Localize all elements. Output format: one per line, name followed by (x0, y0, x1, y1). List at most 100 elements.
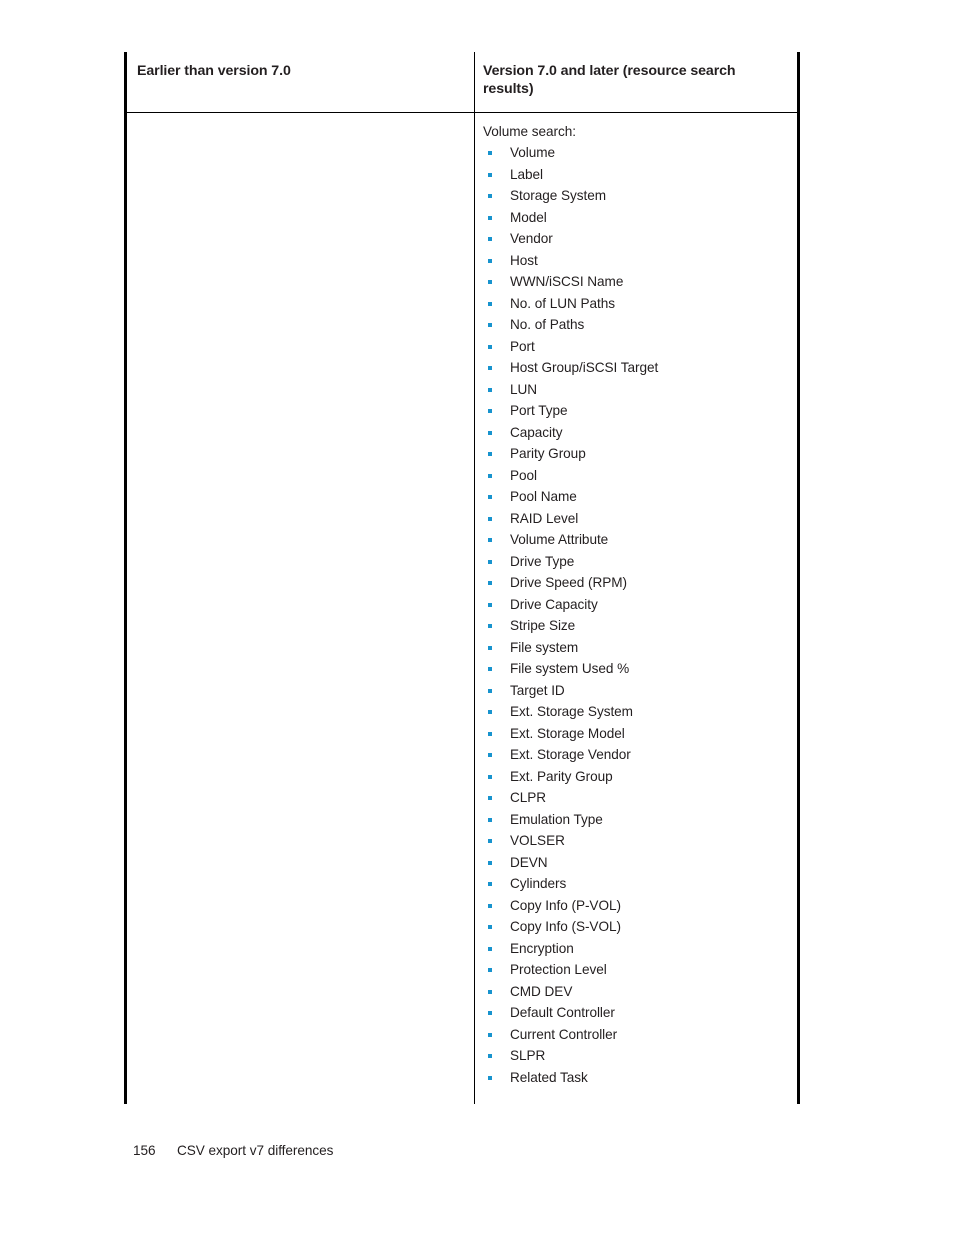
bullet-square-icon (488, 538, 492, 543)
document-page: Earlier than version 7.0 Version 7.0 and… (0, 0, 954, 1235)
bullet-square-icon (488, 989, 492, 994)
bullet-square-icon (488, 430, 492, 435)
volume-search-field-item: Cylinders (483, 873, 789, 895)
volume-search-field-item: Vendor (483, 228, 789, 250)
bullet-square-icon (488, 731, 492, 736)
volume-search-field-label: Capacity (510, 424, 563, 440)
bullet-square-icon (488, 602, 492, 607)
volume-search-field-item: Host Group/iSCSI Target (483, 357, 789, 379)
bullet-square-icon (488, 237, 492, 242)
volume-search-field-item: Capacity (483, 422, 789, 444)
volume-search-field-item: SLPR (483, 1045, 789, 1067)
table-body-row: Volume search: Volume Label Storage System… (127, 113, 797, 1105)
table-cell-earlier-version (127, 113, 474, 1098)
volume-search-field-item: Port Type (483, 400, 789, 422)
volume-search-field-item: Host (483, 250, 789, 272)
volume-search-field-label: No. of LUN Paths (510, 295, 615, 311)
volume-search-field-label: WWN/iSCSI Name (510, 274, 624, 290)
volume-search-field-label: Volume (510, 145, 556, 161)
volume-search-field-item: Encryption (483, 938, 789, 960)
volume-search-field-label: Host (510, 252, 538, 268)
volume-search-field-label: Pool (510, 467, 538, 483)
volume-search-field-item: Drive Speed (RPM) (483, 572, 789, 594)
footer-page-number: 156 (133, 1143, 156, 1158)
volume-search-field-item: Volume (483, 142, 789, 164)
bullet-square-icon (488, 774, 492, 779)
volume-search-field-label: Pool Name (510, 489, 577, 505)
volume-search-field-label: CLPR (510, 790, 547, 806)
table-header-earlier-version: Earlier than version 7.0 (137, 63, 291, 79)
volume-search-field-item: CLPR (483, 787, 789, 809)
volume-search-field-item: Ext. Storage System (483, 701, 789, 723)
bullet-square-icon (488, 581, 492, 586)
bullet-square-icon (488, 968, 492, 973)
bullet-square-icon (488, 667, 492, 672)
volume-search-field-item: Pool Name (483, 486, 789, 508)
volume-search-field-label: Encryption (510, 940, 574, 956)
volume-search-field-label: Protection Level (510, 962, 607, 978)
volume-search-field-label: Parity Group (510, 446, 586, 462)
volume-search-field-label: File system Used % (510, 661, 630, 677)
volume-search-field-label: RAID Level (510, 510, 579, 526)
volume-search-field-label: No. of Paths (510, 317, 585, 333)
bullet-square-icon (488, 925, 492, 930)
volume-search-field-label: Host Group/iSCSI Target (510, 360, 659, 376)
volume-search-field-label: Volume Attribute (510, 532, 609, 548)
volume-search-field-label: Drive Type (510, 553, 575, 569)
bullet-square-icon (488, 624, 492, 629)
bullet-square-icon (488, 645, 492, 650)
bullet-square-icon (488, 1032, 492, 1037)
volume-search-field-item: Emulation Type (483, 809, 789, 831)
bullet-square-icon (488, 258, 492, 263)
volume-search-field-item: Ext. Parity Group (483, 766, 789, 788)
table-cell-version-7-and-later: Volume search: Volume Label Storage System… (474, 113, 797, 1105)
page-footer: 156 CSV export v7 differences (133, 1143, 333, 1158)
bullet-square-icon (488, 688, 492, 693)
volume-search-field-list: Volume Label Storage System Model Vendor Host… (483, 142, 789, 1088)
volume-search-field-label: SLPR (510, 1048, 546, 1064)
bullet-square-icon (488, 753, 492, 758)
volume-search-field-item: Model (483, 207, 789, 229)
volume-search-field-label: Current Controller (510, 1026, 618, 1042)
volume-search-field-label: Port Type (510, 403, 568, 419)
comparison-table: Earlier than version 7.0 Version 7.0 and… (124, 52, 800, 1105)
volume-search-field-item: Parity Group (483, 443, 789, 465)
bullet-square-icon (488, 344, 492, 349)
volume-search-field-item: Target ID (483, 680, 789, 702)
bullet-square-icon (488, 194, 492, 199)
bullet-square-icon (488, 882, 492, 887)
volume-search-field-item: Ext. Storage Model (483, 723, 789, 745)
volume-search-field-item: CMD DEV (483, 981, 789, 1003)
volume-search-field-item: File system Used % (483, 658, 789, 680)
volume-search-field-item: No. of Paths (483, 314, 789, 336)
column-divider (474, 52, 475, 1105)
volume-search-field-item: Pool (483, 465, 789, 487)
bullet-square-icon (488, 172, 492, 177)
bullet-square-icon (488, 473, 492, 478)
volume-search-field-item: RAID Level (483, 508, 789, 530)
volume-search-field-label: DEVN (510, 854, 548, 870)
bullet-square-icon (488, 860, 492, 865)
volume-search-field-item: Stripe Size (483, 615, 789, 637)
table-body: Earlier than version 7.0 Version 7.0 and… (124, 52, 800, 1105)
volume-search-field-label: Emulation Type (510, 811, 603, 827)
volume-search-field-label: Label (510, 166, 544, 182)
volume-search-field-item: LUN (483, 379, 789, 401)
bullet-square-icon (488, 387, 492, 392)
volume-search-field-item: WWN/iSCSI Name (483, 271, 789, 293)
bullet-square-icon (488, 946, 492, 951)
bullet-square-icon (488, 710, 492, 715)
volume-search-field-label: Ext. Storage Model (510, 725, 625, 741)
volume-search-field-label: Drive Speed (RPM) (510, 575, 627, 591)
bullet-square-icon (488, 495, 492, 500)
volume-search-field-label: CMD DEV (510, 983, 573, 999)
volume-search-field-label: Stripe Size (510, 618, 576, 634)
volume-search-field-label: LUN (510, 381, 538, 397)
volume-search-field-label: Port (510, 338, 535, 354)
bullet-square-icon (488, 1011, 492, 1016)
volume-search-field-item: File system (483, 637, 789, 659)
bullet-square-icon (488, 452, 492, 457)
volume-search-field-item: Related Task (483, 1067, 789, 1089)
volume-search-field-label: Copy Info (P-VOL) (510, 897, 621, 913)
bullet-square-icon (488, 366, 492, 371)
